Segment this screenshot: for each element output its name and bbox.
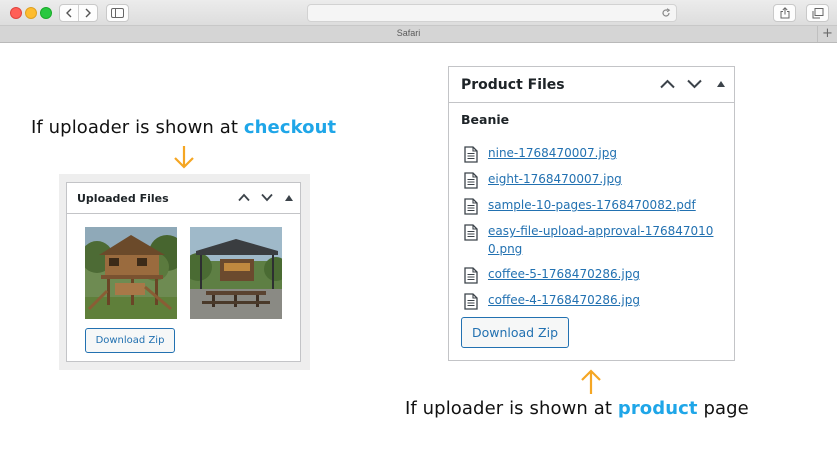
- checkout-caption-prefix: If uploader is shown at: [31, 117, 244, 138]
- product-file-list: nine-1768470007.jpg eight-1768470007.jpg…: [464, 145, 726, 318]
- collapse-triangle-icon[interactable]: [285, 195, 293, 201]
- product-caption-prefix: If uploader is shown at: [405, 398, 618, 419]
- show-tabs-button[interactable]: [806, 4, 829, 22]
- document-icon: [464, 146, 478, 163]
- chevron-down-icon[interactable]: [687, 79, 702, 89]
- tab-bar: Safari +: [0, 26, 837, 43]
- browser-window: Safari + If uploader is shown at checkou…: [0, 0, 837, 468]
- checkout-caption-highlight: checkout: [243, 117, 337, 138]
- reload-icon[interactable]: [661, 8, 671, 18]
- maximize-window-button[interactable]: [40, 7, 52, 19]
- sidebar-button[interactable]: [106, 4, 129, 22]
- file-link[interactable]: coffee-4-1768470286.jpg: [488, 292, 718, 310]
- product-caption: If uploader is shown at product page: [405, 398, 749, 419]
- document-icon: [464, 198, 478, 215]
- chevron-down-icon[interactable]: [261, 193, 273, 202]
- sidebar-icon: [111, 8, 124, 18]
- minimize-window-button[interactable]: [25, 7, 37, 19]
- arrow-up-icon: [581, 369, 601, 394]
- active-tab-title[interactable]: Safari: [0, 28, 817, 38]
- file-link[interactable]: sample-10-pages-1768470082.pdf: [488, 197, 718, 215]
- uploaded-files-panel: Uploaded Files Download Zip: [66, 182, 301, 362]
- forward-button[interactable]: [78, 5, 97, 21]
- chevron-up-icon[interactable]: [238, 193, 250, 202]
- file-list-item: coffee-5-1768470286.jpg: [464, 266, 726, 284]
- close-window-button[interactable]: [10, 7, 22, 19]
- outdoor-cafe-image[interactable]: [190, 227, 282, 319]
- file-link[interactable]: nine-1768470007.jpg: [488, 145, 718, 163]
- checkout-preview-frame: Uploaded Files Download Zip: [59, 174, 310, 370]
- file-list-item: sample-10-pages-1768470082.pdf: [464, 197, 726, 215]
- navigation-buttons: [59, 4, 98, 22]
- file-link[interactable]: coffee-5-1768470286.jpg: [488, 266, 718, 284]
- chevron-up-icon[interactable]: [660, 79, 675, 89]
- product-name: Beanie: [461, 112, 510, 127]
- download-zip-button[interactable]: Download Zip: [461, 317, 569, 348]
- tabs-overview-icon: [812, 7, 823, 18]
- share-icon: [780, 7, 789, 19]
- product-files-header: Product Files: [449, 67, 734, 103]
- product-caption-suffix: page: [697, 398, 749, 419]
- checkout-caption: If uploader is shown at checkout: [31, 117, 336, 138]
- browser-toolbar: [0, 0, 837, 26]
- chevron-right-icon: [85, 8, 92, 18]
- collapse-triangle-icon[interactable]: [717, 81, 725, 87]
- new-tab-button[interactable]: +: [817, 26, 837, 42]
- document-icon: [464, 293, 478, 310]
- product-files-panel: Product Files Beanie nine-1768470007.jpg…: [448, 66, 735, 361]
- file-list-item: nine-1768470007.jpg: [464, 145, 726, 163]
- file-link[interactable]: easy-file-upload-approval-1768470100.png: [488, 223, 718, 258]
- file-link[interactable]: eight-1768470007.jpg: [488, 171, 718, 189]
- document-icon: [464, 267, 478, 284]
- arrow-down-icon: [174, 146, 194, 169]
- document-icon: [464, 172, 478, 189]
- document-icon: [464, 224, 478, 241]
- file-list-item: easy-file-upload-approval-1768470100.png: [464, 223, 726, 258]
- product-files-title: Product Files: [461, 77, 565, 93]
- back-button[interactable]: [60, 5, 78, 21]
- uploaded-files-header: Uploaded Files: [67, 183, 300, 214]
- product-caption-highlight: product: [617, 398, 698, 419]
- share-button[interactable]: [773, 4, 796, 22]
- wooden-treehouse-image[interactable]: [85, 227, 177, 319]
- file-list-item: coffee-4-1768470286.jpg: [464, 292, 726, 310]
- download-zip-button[interactable]: Download Zip: [85, 328, 175, 353]
- address-bar[interactable]: [307, 4, 677, 22]
- chevron-left-icon: [66, 8, 72, 18]
- file-list-item: eight-1768470007.jpg: [464, 171, 726, 189]
- uploaded-files-title: Uploaded Files: [77, 192, 169, 205]
